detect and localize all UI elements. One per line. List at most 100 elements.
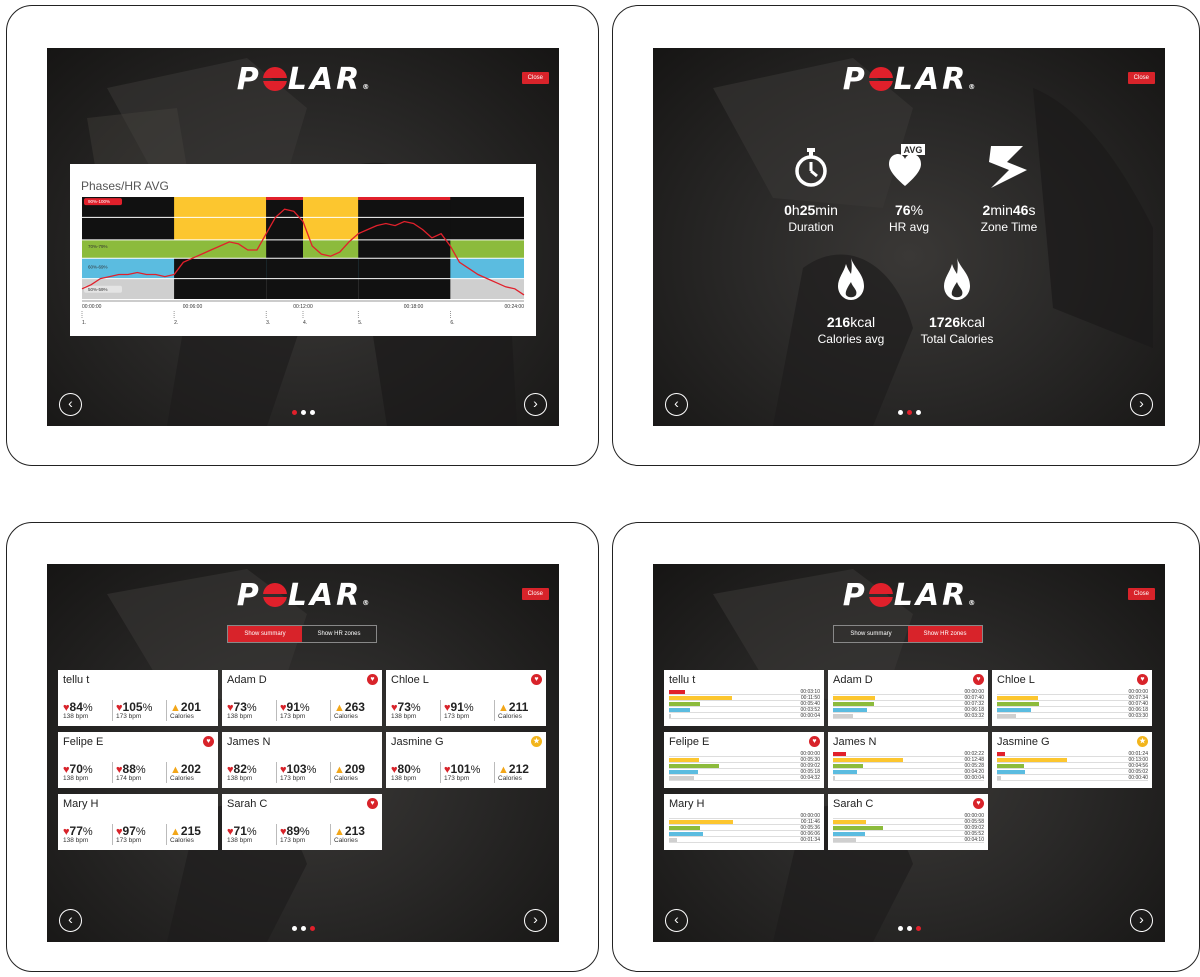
polar-logo: P LAR®: [236, 62, 370, 97]
participant-name: Jasmine G: [391, 736, 444, 748]
zone-row-line: [833, 780, 984, 781]
participant-card[interactable]: Sarah C ♥ ♥71% 138 bpm ♥89% 173 bpm ▲213 Calori…: [222, 794, 382, 850]
avg-hr-percent: 71: [233, 824, 247, 838]
page-dot[interactable]: [897, 410, 903, 415]
page-dot[interactable]: [291, 410, 297, 415]
participant-zone-card[interactable]: tellu t 00:03:10 00:11:50 00:05:40 00:03:52 0…: [664, 670, 824, 726]
zone-row-line: [833, 718, 984, 719]
close-button[interactable]: Close: [521, 588, 549, 600]
phases-hr-chart: 90%-100% 70%-79% 60%-69% 50%-59% 00:00:00 00:…: [81, 197, 525, 326]
calories-label: Calories: [170, 837, 194, 844]
page-dot[interactable]: [291, 926, 297, 931]
page-dot[interactable]: [300, 926, 306, 931]
max-bpm: 173 bpm: [280, 713, 306, 720]
participant-name: Mary H: [63, 798, 99, 810]
divider: [166, 700, 167, 721]
calories-metric: ▲202 Calories: [170, 762, 201, 784]
participant-card[interactable]: Adam D ♥ ♥73% 138 bpm ♥91% 173 bpm ▲263 Calorie…: [222, 670, 382, 726]
close-button[interactable]: Close: [1127, 72, 1155, 84]
participant-zone-card[interactable]: Felipe E ♥ 00:00:00 00:05:30 00:09:02 00:05:1…: [664, 732, 824, 788]
participant-zone-card[interactable]: Sarah C ♥ 00:00:00 00:05:58 00:09:02 00:05:52…: [828, 794, 988, 850]
max-hr-percent: 88: [122, 762, 136, 776]
avg-bpm: 138 bpm: [227, 775, 253, 782]
participant-zone-card[interactable]: Chloe L ♥ 00:00:00 00:07:34 00:07:40 00:06:18…: [992, 670, 1152, 726]
page-dot[interactable]: [300, 410, 306, 415]
zone-time-value: 00:03:30: [1128, 713, 1148, 719]
zone-row-line: [997, 706, 1148, 707]
tab-show-summary[interactable]: Show summary: [834, 626, 908, 642]
zone-row-line: [833, 706, 984, 707]
participant-name: Jasmine G: [997, 736, 1050, 748]
participant-card[interactable]: Jasmine G ★ ♥80% 138 bpm ♥101% 173 bpm ▲212 Cal…: [386, 732, 546, 788]
participant-card[interactable]: James N ♥82% 138 bpm ♥103% 173 bpm ▲209 Calori…: [222, 732, 382, 788]
participant-name: Sarah C: [833, 798, 874, 810]
zone-time-value: 00:04:32: [800, 775, 820, 781]
max-hr-metric: ♥105% 173 bpm: [116, 700, 152, 722]
zone-row-line: [669, 774, 820, 775]
participant-card[interactable]: tellu t ♥84% 138 bpm ♥105% 173 bpm ▲201 Calori…: [58, 670, 218, 726]
avg-hr-percent: 73: [397, 700, 411, 714]
page-dot[interactable]: [906, 926, 912, 931]
zone-row-line: [669, 762, 820, 763]
tab-show-hr-zones[interactable]: Show HR zones: [302, 626, 376, 642]
zone-row-line: [833, 774, 984, 775]
participant-name: Mary H: [669, 798, 705, 810]
close-button[interactable]: Close: [521, 72, 549, 84]
participant-zone-card[interactable]: James N 00:02:22 00:12:48 00:05:28 00:04:20 0…: [828, 732, 988, 788]
participant-card[interactable]: Mary H ♥77% 138 bpm ♥97% 173 bpm ▲215 Calories: [58, 794, 218, 850]
calories-value: 213: [344, 824, 365, 838]
calories-value: 212: [508, 762, 529, 776]
zone-time-bar: [833, 826, 883, 830]
phase-zone-mask: [358, 200, 451, 299]
participant-zone-card[interactable]: Mary H 00:00:00 00:11:46 00:05:36 00:06:06 00…: [664, 794, 824, 850]
screen-participant-zones: P LAR® Close Show summary Show HR zones t…: [653, 564, 1165, 942]
avg-bpm: 138 bpm: [63, 775, 89, 782]
calories-label: Calories: [334, 837, 358, 844]
page-indicator: [47, 410, 559, 415]
zone-time-bar: [997, 758, 1067, 762]
phase-label: 2.: [174, 320, 178, 326]
zone-row-line: [669, 694, 820, 695]
zone-time-bar: [669, 776, 694, 780]
page-indicator: [653, 410, 1165, 415]
zone-time-bar: [833, 820, 866, 824]
star-badge-icon: ★: [1137, 736, 1148, 747]
participant-card[interactable]: Chloe L ♥ ♥73% 138 bpm ♥91% 173 bpm ▲211 Calori…: [386, 670, 546, 726]
page-dot[interactable]: [309, 410, 315, 415]
participant-name: tellu t: [63, 674, 90, 686]
divider: [112, 700, 113, 721]
tab-show-summary[interactable]: Show summary: [228, 626, 302, 642]
phase-zone-highlight: [303, 197, 359, 240]
page-dot[interactable]: [897, 926, 903, 931]
tab-show-hr-zones[interactable]: Show HR zones: [908, 626, 982, 642]
calories-metric: ▲263 Calories: [334, 700, 365, 722]
close-button[interactable]: Close: [1127, 588, 1155, 600]
max-hr-percent: 91: [450, 700, 464, 714]
page-dot[interactable]: [906, 410, 912, 415]
avg-hr-metric: ♥82% 138 bpm: [227, 762, 257, 784]
max-hr-metric: ♥89% 173 bpm: [280, 824, 310, 846]
participant-card[interactable]: Felipe E ♥ ♥70% 138 bpm ♥88% 174 bpm ▲202 Calor…: [58, 732, 218, 788]
tablet-frame-2: P LAR® Close 0h25min Duration AVG 76% HR …: [612, 5, 1200, 466]
zone-row-line: [997, 712, 1148, 713]
view-toggle: Show summary Show HR zones: [227, 625, 377, 643]
page-dot[interactable]: [915, 410, 921, 415]
participant-zone-card[interactable]: Adam D ♥ 00:00:00 00:07:40 00:07:32 00:06:18 0…: [828, 670, 988, 726]
zone-row-line: [997, 768, 1148, 769]
zone-time-bar: [997, 770, 1025, 774]
zone-time-bar: [669, 708, 690, 712]
zone-row-line: [833, 756, 984, 757]
participant-name: Felipe E: [63, 736, 104, 748]
participant-zone-card[interactable]: Jasmine G ★ 00:01:24 00:13:00 00:04:56 00:05:…: [992, 732, 1152, 788]
calories-metric: ▲209 Calories: [334, 762, 365, 784]
page-dot[interactable]: [309, 926, 315, 931]
zone-row-line: [669, 706, 820, 707]
stat-label: Zone Time: [980, 220, 1038, 234]
max-hr-percent: 103: [286, 762, 307, 776]
page-dot[interactable]: [915, 926, 921, 931]
zone-time-bar: [669, 702, 700, 706]
avg-hr-percent: 70: [69, 762, 83, 776]
avg-bpm: 138 bpm: [227, 713, 253, 720]
zone-time-value: 00:00:04: [964, 775, 984, 781]
heart-badge-icon: ♥: [203, 736, 214, 747]
